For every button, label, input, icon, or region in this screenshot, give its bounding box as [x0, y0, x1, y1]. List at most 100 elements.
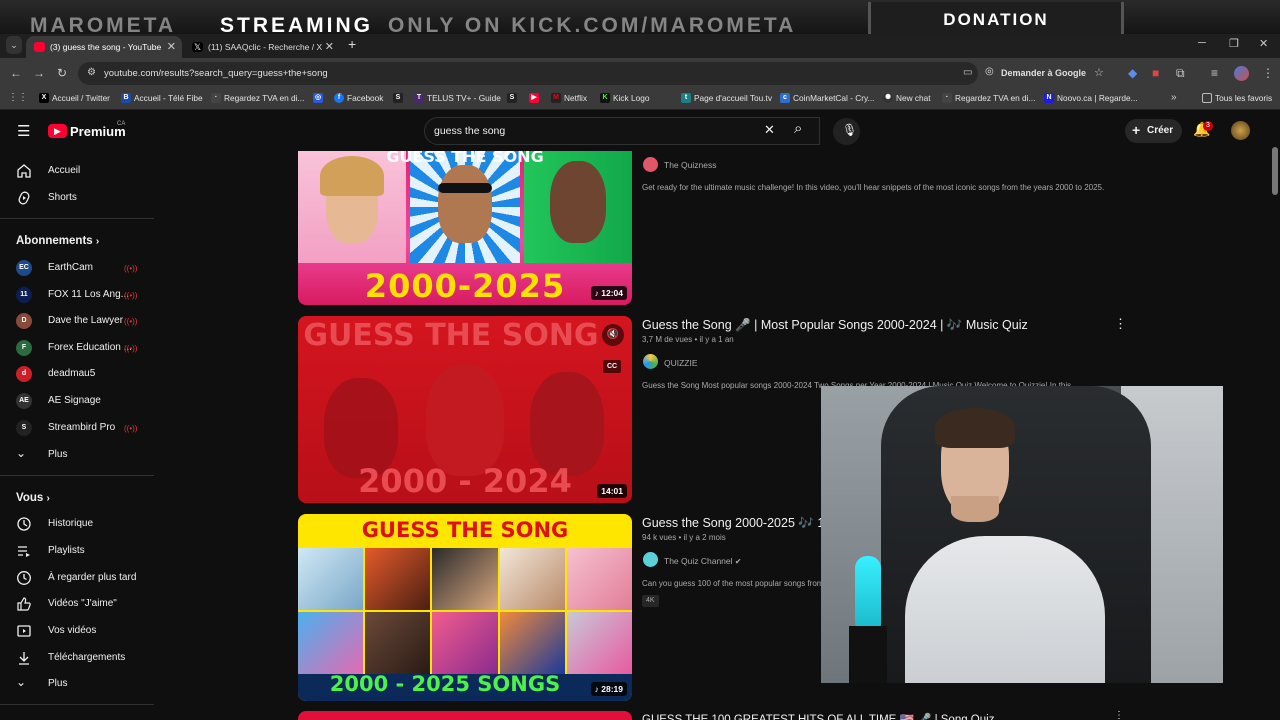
ask-google-button[interactable]: Demander à Google: [1001, 68, 1086, 78]
sidebar-item-shorts[interactable]: Shorts: [16, 191, 77, 208]
address-bar[interactable]: ⚙ youtube.com/results?search_query=guess…: [78, 62, 1104, 85]
s-icon: S: [393, 93, 403, 103]
bookmark-item[interactable]: K Kick Logo: [600, 93, 649, 103]
subscriptions-header[interactable]: Abonnements ›: [16, 235, 99, 247]
bookmark-star-icon[interactable]: ☆: [1094, 66, 1104, 79]
bookmark-item[interactable]: f Facebook: [334, 93, 383, 103]
sidebar-item-your-videos[interactable]: Vos vidéos: [16, 625, 96, 641]
window-close-icon[interactable]: ✕: [1259, 37, 1268, 50]
coinmarketcal-icon: c: [780, 93, 790, 103]
thumbnail-panel: [365, 548, 431, 610]
more-actions-icon[interactable]: ⋮: [1114, 316, 1127, 332]
minimize-icon[interactable]: ─: [1198, 37, 1206, 49]
close-tab-icon[interactable]: ✕: [325, 40, 334, 53]
extension-icon[interactable]: ◆: [1128, 66, 1137, 80]
sidebar-item-liked-videos[interactable]: Vidéos "J'aime": [16, 597, 117, 614]
extensions-puzzle-icon[interactable]: ⧉: [1176, 66, 1185, 81]
url-text[interactable]: youtube.com/results?search_query=guess+t…: [104, 68, 328, 79]
sidebar-item-watch-later[interactable]: À regarder plus tard: [16, 571, 136, 588]
site-info-icon[interactable]: ⚙: [87, 67, 96, 78]
plus-icon: +: [1132, 122, 1141, 138]
close-tab-icon[interactable]: ✕: [167, 40, 176, 53]
sidebar-item-downloads[interactable]: Téléchargements: [16, 652, 125, 668]
bookmark-item[interactable]: t Page d'accueil Tou.tv: [681, 93, 772, 103]
video-thumbnail[interactable]: GUESS THE SONG 2000 - 2024 🔇 CC 14:01: [298, 316, 632, 503]
new-tab-icon[interactable]: +: [348, 36, 356, 52]
video-title[interactable]: Guess the Song 🎤 | Most Popular Songs 20…: [642, 318, 1028, 333]
sidebar-item-fox11[interactable]: FOX 11 Los Ang...: [16, 289, 129, 305]
voice-search-button[interactable]: 🎙: [833, 118, 860, 145]
forward-icon[interactable]: →: [33, 66, 45, 80]
bookmark-item[interactable]: · Regardez TVA en di...: [942, 93, 1035, 103]
video-title[interactable]: Guess the Song 2000-2025 🎶 10: [642, 516, 822, 531]
sidebar-item-historique[interactable]: Historique: [16, 517, 93, 534]
video-duration: ♪ 12:04: [590, 286, 627, 300]
bookmark-item[interactable]: B Accueil - Télé Fibe: [121, 93, 203, 103]
thumbnail-panel: [499, 612, 565, 674]
extension-icon[interactable]: ■: [1152, 66, 1159, 80]
maximize-icon[interactable]: ❐: [1229, 37, 1239, 50]
browser-menu-icon[interactable]: ⋮: [1262, 66, 1274, 80]
sidebar-item-plus-subs[interactable]: ⌄ Plus: [16, 446, 67, 465]
create-button[interactable]: + Créer: [1125, 119, 1182, 143]
sidebar-item-plus-you[interactable]: ⌄ Plus: [16, 675, 67, 694]
video-thumbnail[interactable]: GUESS THE SONG 2000-2025 ♪ 12:04: [298, 151, 632, 305]
country-code: CA: [117, 121, 126, 127]
channel-name[interactable]: QUIZZIE: [664, 358, 698, 368]
tab-label: (11) SAAQclic - Recherche / X: [208, 42, 323, 52]
telus-icon: T: [414, 93, 424, 103]
profile-avatar[interactable]: [1234, 66, 1249, 81]
thumbnail-grid: [298, 548, 632, 674]
sidebar-item-dave-the-lawyer[interactable]: Dave the Lawyer: [16, 315, 123, 331]
bookmark-item[interactable]: · Regardez TVA en di...: [211, 93, 304, 103]
bookmarks-bar: ⋮⋮ X Accueil / Twitter B Accueil - Télé Fi…: [0, 88, 1280, 110]
thumbnail-panel: [566, 548, 632, 610]
more-bookmarks-icon[interactable]: »: [1171, 92, 1177, 103]
cast-icon[interactable]: ▭: [963, 67, 972, 78]
you-header[interactable]: Vous ›: [16, 492, 50, 504]
video-thumbnail[interactable]: GUESS THE SONG 2000 - 2025 SONGS ♪ 28:19: [298, 514, 632, 701]
channel-avatar: EC: [16, 260, 32, 276]
reading-list-icon[interactable]: ≡: [1211, 66, 1218, 80]
tab-x[interactable]: 𝕏 (11) SAAQclic - Recherche / X ✕: [184, 36, 340, 58]
clear-search-icon[interactable]: ✕: [764, 122, 775, 138]
video-thumbnail[interactable]: [298, 711, 632, 720]
thumbnail-top-text: GUESS THE SONG: [386, 151, 544, 166]
account-avatar[interactable]: [1231, 121, 1250, 140]
search-icon[interactable]: ⌕: [794, 120, 802, 137]
channel-name[interactable]: The Quizness: [664, 160, 716, 170]
sidebar-item-playlists[interactable]: Playlists: [16, 545, 85, 561]
video-meta: 3,7 M de vues • il y a 1 an: [642, 335, 734, 344]
video-description: Get ready for the ultimate music challen…: [642, 183, 1105, 192]
bookmark-item[interactable]: N Noovo.ca | Regarde...: [1044, 93, 1138, 103]
reload-icon[interactable]: ↻: [57, 66, 67, 80]
tab-youtube[interactable]: (3) guess the song - YouTube ✕: [26, 36, 182, 58]
youtube-logo-icon[interactable]: ▶: [48, 124, 67, 138]
channel-name[interactable]: The Quiz Channel ✔: [664, 556, 742, 566]
tab-search-icon[interactable]: ⌄: [6, 36, 22, 54]
sidebar-item-label: deadmau5: [48, 368, 96, 379]
sidebar-item-accueil[interactable]: Accueil: [16, 164, 80, 181]
menu-hamburger-icon[interactable]: ☰: [17, 122, 30, 140]
duration-text: 28:19: [601, 684, 623, 694]
page-scrollbar-thumb[interactable]: [1272, 147, 1278, 195]
video-title[interactable]: GUESS THE 100 GREATEST HITS OF ALL TIME …: [642, 712, 994, 720]
channel-avatar[interactable]: [643, 354, 658, 369]
bookmark-item[interactable]: X Accueil / Twitter: [39, 93, 110, 103]
channel-avatar[interactable]: [643, 552, 658, 567]
live-indicator-icon: ((•)): [124, 317, 138, 326]
x-favicon-icon: 𝕏: [192, 42, 203, 52]
all-bookmarks-folder[interactable]: Tous les favoris: [1202, 93, 1272, 103]
bookmark-item[interactable]: ✺ New chat: [883, 93, 931, 103]
captions-icon[interactable]: CC: [603, 360, 621, 373]
apps-grid-icon[interactable]: ⋮⋮: [8, 92, 28, 103]
mute-icon[interactable]: 🔇: [602, 324, 624, 346]
sidebar-item-forex-education[interactable]: Forex Education ...: [16, 342, 132, 358]
bookmark-item[interactable]: T TELUS TV+ - Guide: [414, 93, 501, 103]
more-actions-icon[interactable]: ⋮: [1114, 710, 1124, 720]
back-icon[interactable]: ←: [10, 66, 22, 80]
channel-avatar[interactable]: [643, 157, 658, 172]
bookmark-item[interactable]: c CoinMarketCal - Cry...: [780, 93, 874, 103]
search-input[interactable]: guess the song: [434, 125, 505, 137]
bookmark-item[interactable]: M Netflix: [551, 93, 587, 103]
